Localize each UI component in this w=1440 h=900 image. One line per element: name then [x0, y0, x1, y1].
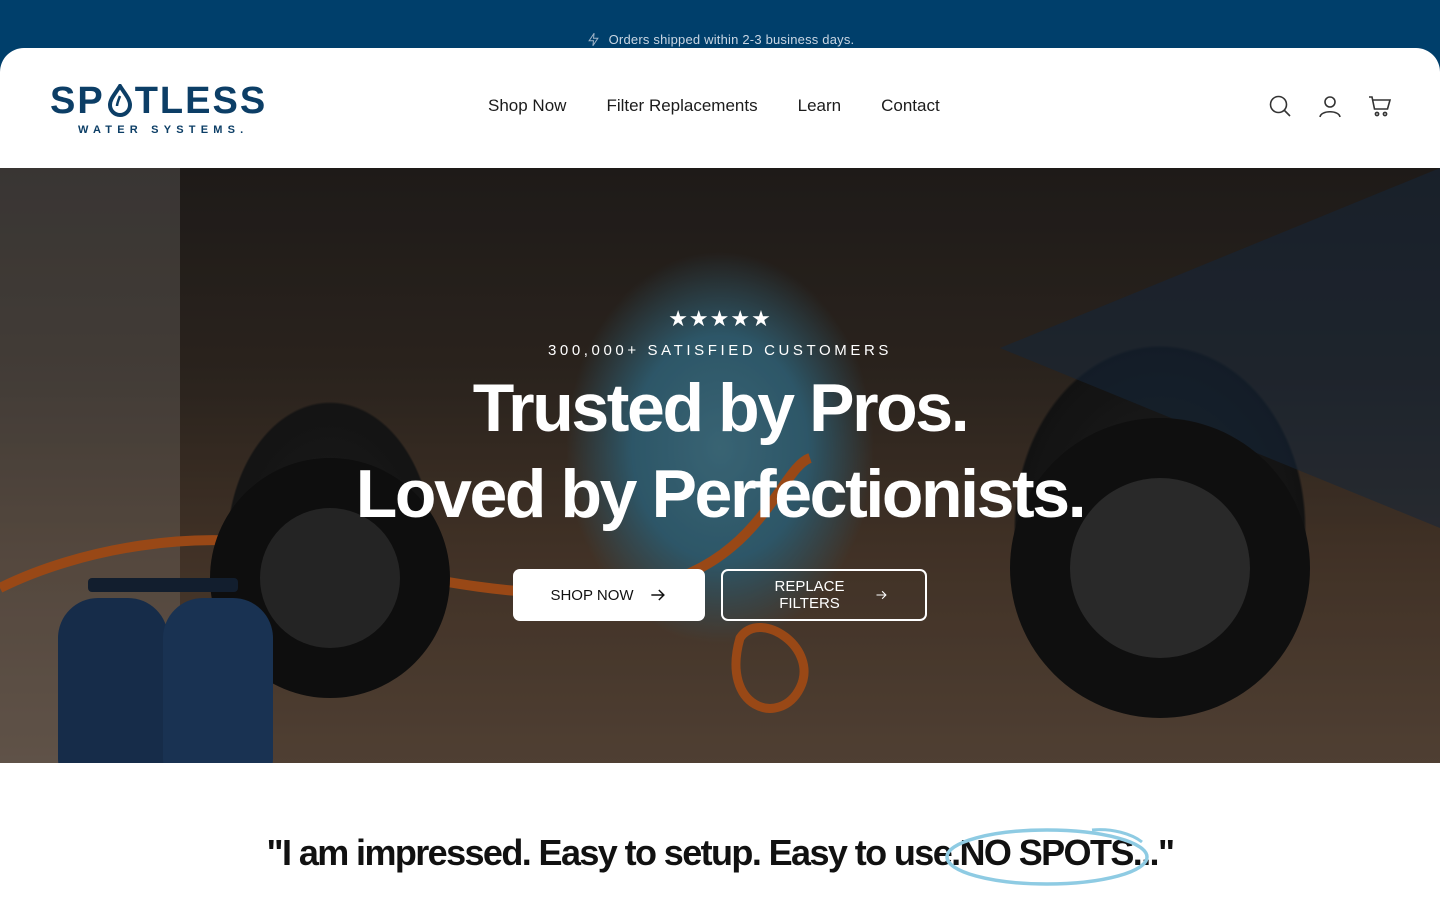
- testimonial-quote: "I am impressed. Easy to setup. Easy to …: [0, 828, 1440, 886]
- nav-filter-replacements[interactable]: Filter Replacements: [606, 96, 757, 116]
- testimonial-highlight: NO SPOTS: [944, 828, 1149, 886]
- header-actions: [1268, 94, 1392, 118]
- logo-subtitle: WATER SYSTEMS.: [78, 124, 249, 136]
- search-icon[interactable]: [1268, 94, 1292, 118]
- arrow-right-icon: [650, 589, 665, 601]
- lightning-icon: [587, 32, 599, 47]
- spotless-logo[interactable]: SP TLESS WATER SYSTEMS.: [50, 82, 300, 138]
- water-drop-icon: [107, 84, 132, 117]
- nav-shop-now[interactable]: Shop Now: [488, 96, 566, 116]
- hero-headline-line-1: Trusted by Pros.: [472, 370, 970, 446]
- cart-icon[interactable]: [1368, 94, 1392, 118]
- shop-now-button[interactable]: SHOP NOW: [513, 569, 705, 621]
- hero-buttons: SHOP NOW REPLACE FILTERS: [0, 569, 1440, 621]
- account-icon[interactable]: [1318, 94, 1342, 118]
- replace-filters-button[interactable]: REPLACE FILTERS: [721, 569, 927, 621]
- hero-banner: ★★★★★ 300,000+ SATISFIED CUSTOMERS Trust…: [0, 168, 1440, 763]
- nav-learn[interactable]: Learn: [798, 96, 841, 116]
- nav-contact[interactable]: Contact: [881, 96, 940, 116]
- hero-headline: Trusted by Pros. Loved by Perfectionists…: [0, 365, 1440, 537]
- announcement-text: Orders shipped within 2-3 business days.: [608, 32, 855, 47]
- logo-text-tless: TLESS: [134, 80, 268, 122]
- testimonial-text: "I am impressed. Easy to setup. Easy to …: [266, 832, 962, 873]
- replace-filters-label: REPLACE FILTERS: [774, 578, 845, 612]
- arrow-right-icon: [876, 590, 887, 600]
- hero-headline-line-2: Loved by Perfectionists.: [355, 456, 1087, 532]
- site-header: SP TLESS WATER SYSTEMS. Shop Now Filter …: [0, 48, 1440, 168]
- main-nav: Shop Now Filter Replacements Learn Conta…: [488, 96, 940, 116]
- hero-eyebrow: 300,000+ SATISFIED CUSTOMERS: [547, 342, 893, 359]
- hero-content: ★★★★★ 300,000+ SATISFIED CUSTOMERS Trust…: [0, 306, 1440, 621]
- shop-now-label: SHOP NOW: [550, 586, 634, 604]
- logo-text-sp: SP: [50, 80, 105, 122]
- highlight-circle-icon: [944, 828, 1149, 886]
- rating-stars: ★★★★★: [668, 306, 772, 331]
